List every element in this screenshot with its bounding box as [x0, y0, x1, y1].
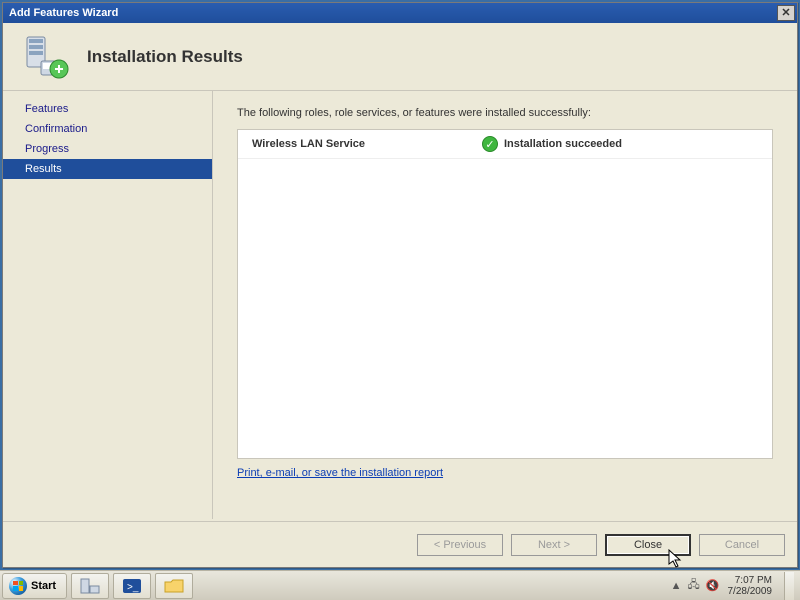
sidebar-item-features[interactable]: Features [3, 99, 212, 119]
previous-button: < Previous [417, 534, 503, 556]
close-button[interactable]: Close [605, 534, 691, 556]
footer: < Previous Next > Close Cancel [3, 521, 797, 567]
start-button[interactable]: Start [2, 573, 67, 599]
show-desktop-button[interactable] [784, 572, 794, 600]
titlebar[interactable]: Add Features Wizard ✕ [3, 3, 797, 23]
report-link[interactable]: Print, e-mail, or save the installation … [237, 467, 443, 479]
window-title: Add Features Wizard [9, 7, 118, 19]
wizard-window: Add Features Wizard ✕ Installation Resul… [2, 2, 798, 568]
sidebar-item-confirmation[interactable]: Confirmation [3, 119, 212, 139]
result-status: Installation succeeded [504, 138, 622, 150]
header: Installation Results [3, 23, 797, 91]
close-icon[interactable]: ✕ [777, 5, 795, 21]
result-row: Wireless LAN Service ✓ Installation succ… [238, 130, 772, 159]
intro-text: The following roles, role services, or f… [237, 107, 773, 119]
result-feature-name: Wireless LAN Service [252, 138, 482, 150]
next-button: Next > [511, 534, 597, 556]
sidebar: Features Confirmation Progress Results [3, 91, 213, 519]
start-label: Start [31, 580, 56, 592]
taskbar-item-server-manager[interactable] [71, 573, 109, 599]
wizard-server-icon [23, 33, 71, 81]
network-icon[interactable]: 🖧 [688, 576, 700, 595]
tray-overflow-icon[interactable]: ▲ [671, 580, 682, 592]
content-area: The following roles, role services, or f… [213, 91, 797, 519]
windows-logo-icon [9, 577, 27, 595]
clock-date: 7/28/2009 [728, 586, 773, 597]
system-tray: ▲ 🖧 🔇 7:07 PM 7/28/2009 [671, 572, 800, 600]
page-title: Installation Results [87, 47, 243, 67]
volume-icon[interactable]: 🔇 [706, 579, 720, 592]
sidebar-item-progress[interactable]: Progress [3, 139, 212, 159]
sidebar-item-results[interactable]: Results [3, 159, 212, 179]
taskbar[interactable]: Start >_ ▲ 🖧 🔇 7:07 PM 7/28/2009 [0, 570, 800, 600]
cancel-button: Cancel [699, 534, 785, 556]
clock[interactable]: 7:07 PM 7/28/2009 [728, 575, 773, 597]
svg-text:>_: >_ [127, 582, 139, 593]
taskbar-item-explorer[interactable] [155, 573, 193, 599]
taskbar-item-powershell[interactable]: >_ [113, 573, 151, 599]
results-list: Wireless LAN Service ✓ Installation succ… [237, 129, 773, 459]
clock-time: 7:07 PM [728, 575, 773, 586]
success-icon: ✓ [482, 136, 498, 152]
